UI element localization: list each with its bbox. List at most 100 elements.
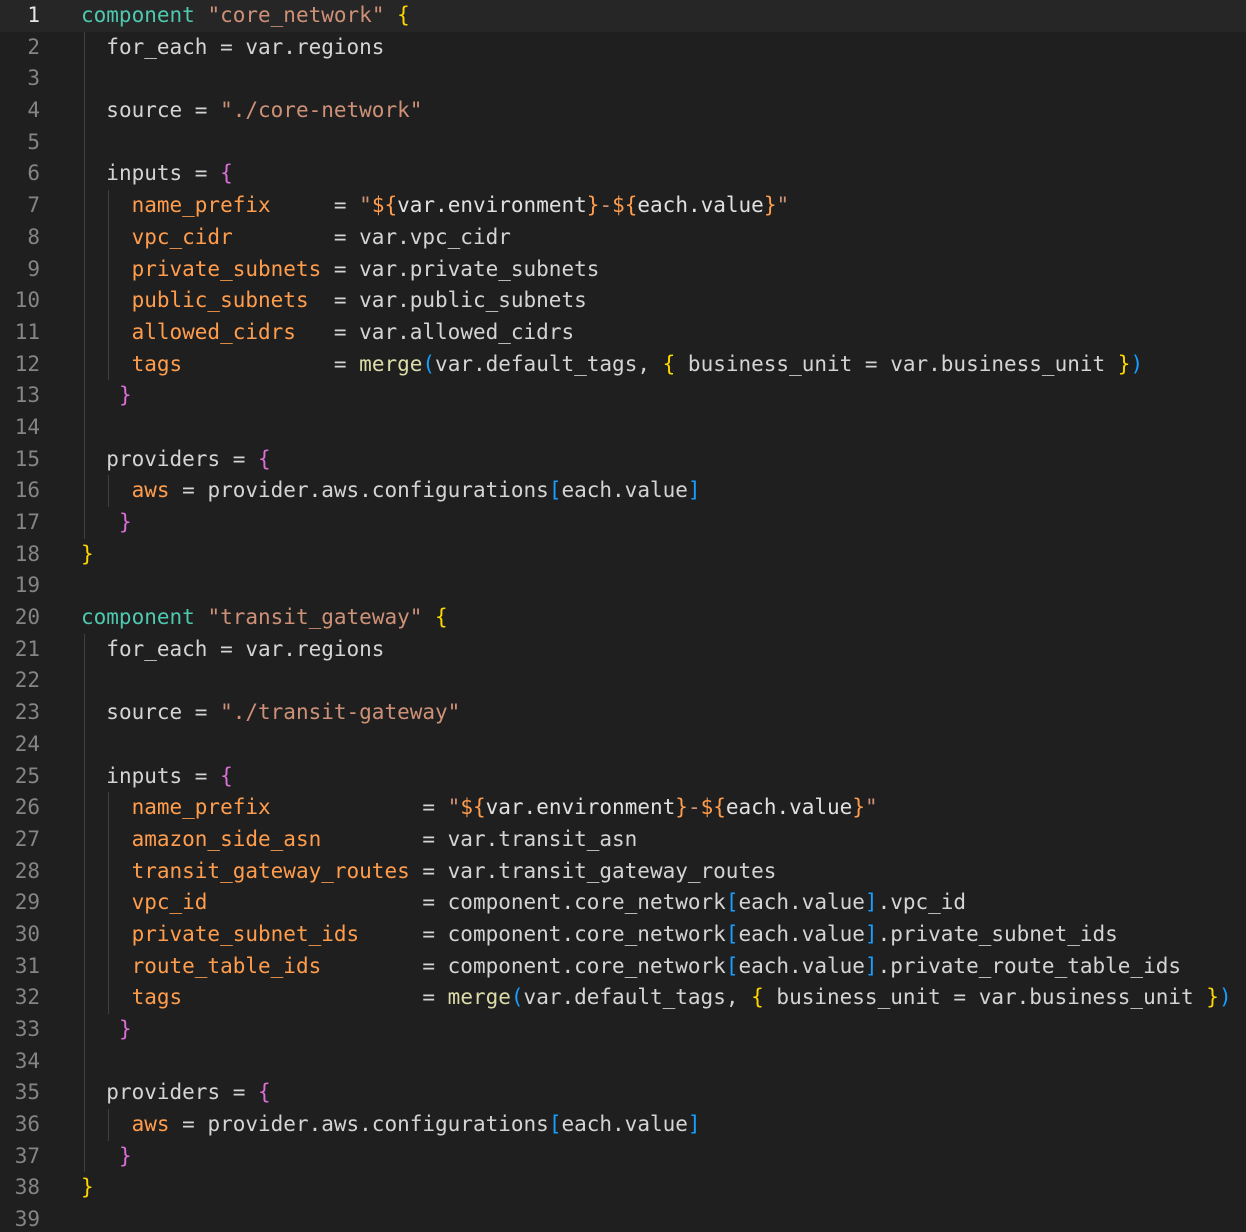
code-line[interactable]: 31 route_table_ids = component.core_netw… [0,950,1246,983]
code-line[interactable]: 39 [0,1204,1246,1232]
code-token: ] [864,921,878,946]
line-number: 7 [27,193,40,218]
code-line[interactable]: 32 tags = merge(var.default_tags, { busi… [0,982,1246,1014]
code-line[interactable]: 3 [0,63,1246,96]
code-line[interactable]: 17 } [0,507,1246,539]
code-line[interactable]: 8 vpc_cidr = var.vpc_cidr [0,221,1246,254]
code-token: "./core-network" [220,98,423,123]
code-content: providers = { [81,1077,1246,1109]
code-token: " [447,795,461,820]
line-number: 30 [14,921,40,946]
code-line[interactable]: 37 } [0,1140,1246,1173]
line-number: 2 [27,34,40,59]
code-token: var.default_tags, [435,351,663,376]
line-number: 8 [27,224,40,249]
code-line[interactable]: 18} [0,539,1246,571]
code-line[interactable]: 1 component "core_network" { [0,0,1246,32]
line-number: 14 [14,414,40,439]
code-content: source = "./core-network" [81,95,1246,127]
code-token: = component.core_network [207,890,726,915]
code-content: transit_gateway_routes = var.transit_gat… [81,856,1246,888]
code-line[interactable]: 27 amazon_side_asn = var.transit_asn [0,823,1246,856]
code-token: private_subnet_ids [131,921,360,946]
code-token: = [182,985,448,1010]
line-number: 28 [14,858,40,883]
code-token: source = [106,98,221,123]
line-number: 34 [14,1048,40,1073]
code-line[interactable]: 13 } [0,380,1246,412]
code-line[interactable]: 22 [0,665,1246,698]
code-token: ] [864,890,878,915]
line-number: 31 [14,953,40,978]
code-line[interactable]: 14 [0,411,1246,444]
code-content: } [81,1141,1246,1173]
code-token: " [864,795,878,820]
code-token: { [662,351,676,376]
code-token: ( [422,351,436,376]
code-line[interactable]: 38} [0,1172,1246,1204]
code-line[interactable]: 16 aws = provider.aws.configurations[eac… [0,475,1246,507]
code-editor[interactable]: 1 component "core_network" {2 for_each = … [0,0,1246,1232]
code-line[interactable]: 29 vpc_id = component.core_network[each.… [0,887,1246,919]
code-line[interactable]: 28 transit_gateway_routes = var.transit_… [0,855,1246,888]
code-token: each.value [561,1112,688,1137]
code-token: } [1206,985,1219,1010]
code-token: = [270,193,360,218]
code-line[interactable]: 2 for_each = var.regions [0,31,1246,64]
code-token: } [763,193,777,218]
code-line[interactable]: 6 inputs = { [0,158,1246,191]
code-token: { [435,605,448,630]
code-line[interactable]: 9 private_subnets = var.private_subnets [0,253,1246,286]
code-line[interactable]: 36 aws = provider.aws.configurations[eac… [0,1109,1246,1141]
code-content [81,412,1246,444]
code-token: route_table_ids [131,953,322,978]
code-token: inputs = [106,161,221,186]
code-line[interactable]: 23 source = "./transit-gateway" [0,697,1246,729]
code-line[interactable]: 25 inputs = { [0,760,1246,793]
code-token: { [220,161,233,186]
code-token: for_each = var.regions [106,636,385,661]
code-token: ${ [612,193,638,218]
code-line[interactable]: 10 public_subnets = var.public_subnets [0,285,1246,317]
code-line[interactable]: 33 } [0,1014,1246,1046]
code-line[interactable]: 34 [0,1045,1246,1078]
code-content: allowed_cidrs = var.allowed_cidrs [81,317,1246,349]
code-line[interactable]: 20 component "transit_gateway" { [0,602,1246,634]
code-token: { [751,985,764,1010]
code-token: " [359,193,372,218]
code-token: } [1117,351,1131,376]
code-line[interactable]: 12 tags = merge(var.default_tags, { busi… [0,348,1246,381]
code-line[interactable]: 30 private_subnet_ids = component.core_n… [0,918,1246,951]
code-line[interactable]: 35 providers = { [0,1077,1246,1110]
code-line[interactable]: 7 name_prefix = "${var.environment}-${ea… [0,190,1246,222]
code-content: vpc_cidr = var.vpc_cidr [81,222,1246,254]
code-token: transit_gateway_routes [131,858,410,883]
code-token: each.value [637,193,764,218]
line-number: 11 [14,319,40,344]
code-content: aws = provider.aws.configurations[each.v… [81,1109,1246,1141]
code-line[interactable]: 21 for_each = var.regions [0,633,1246,666]
code-line[interactable]: 19 [0,570,1246,602]
code-line[interactable]: 24 [0,728,1246,761]
code-line[interactable]: 4 source = "./core-network" [0,95,1246,127]
line-number: 22 [14,668,40,693]
code-line[interactable]: 15 providers = { [0,443,1246,476]
code-token: component [81,605,195,630]
code-token: .vpc_id [877,890,967,915]
code-content: source = "./transit-gateway" [81,697,1246,729]
code-token: providers = [106,446,259,471]
code-token: amazon_side_asn [131,826,322,851]
code-line[interactable]: 26 name_prefix = "${var.environment}-${e… [0,792,1246,824]
code-line[interactable]: 11 allowed_cidrs = var.allowed_cidrs [0,316,1246,349]
code-line[interactable]: 5 [0,126,1246,159]
